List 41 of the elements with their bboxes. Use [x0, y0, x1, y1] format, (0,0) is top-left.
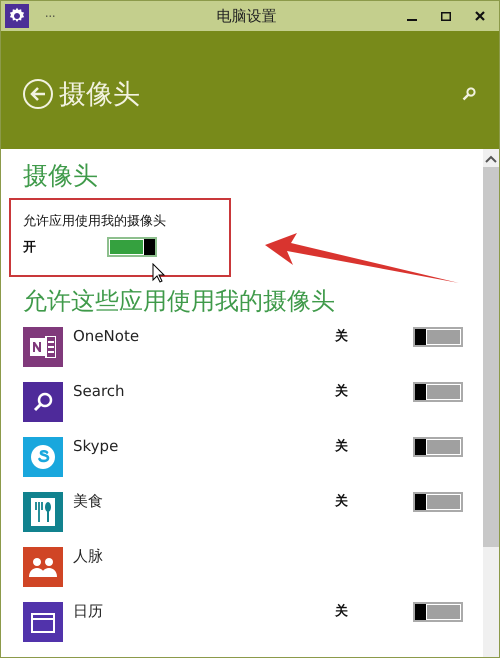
back-arrow-icon — [30, 87, 46, 101]
chat-bubble-icon — [29, 443, 57, 471]
toggle-state-text: 关 — [335, 602, 349, 620]
maximize-icon — [441, 12, 451, 20]
app-name: 美食 — [73, 492, 104, 511]
toggle-switch[interactable] — [413, 602, 463, 622]
menu-button[interactable]: ··· — [45, 10, 56, 22]
app-name: OneNote — [73, 327, 140, 345]
app-name: Search — [73, 382, 126, 400]
app-name: 日历 — [73, 602, 104, 621]
page-title: 摄像头 — [59, 78, 141, 112]
toggle-state-text: 关 — [335, 328, 349, 345]
section-heading: 允许这些应用使用我的摄像头 — [23, 286, 336, 317]
section-title: 摄像头 — [23, 160, 99, 192]
app-name: Skype — [73, 437, 120, 455]
mouse-cursor-icon — [152, 263, 166, 283]
toggle-switch[interactable] — [413, 492, 463, 512]
setting-label: 允许应用使用我的摄像头 — [23, 213, 167, 230]
app-name: 人脉 — [73, 547, 104, 566]
toggle-state-text: 开 — [23, 239, 37, 256]
window-title: 电脑设置 — [215, 6, 278, 26]
toggle-state-text: 关 — [335, 438, 349, 455]
toggle-state-text: 关 — [335, 492, 349, 510]
scroll-up-icon[interactable] — [485, 155, 497, 163]
app-icon[interactable] — [5, 4, 29, 28]
calendar-icon — [31, 611, 55, 633]
scrollbar-thumb[interactable] — [483, 167, 499, 547]
scrollbar[interactable] — [483, 149, 499, 657]
notebook-icon — [30, 336, 56, 358]
people-icon — [28, 556, 58, 578]
minimize-icon — [407, 19, 417, 21]
search-icon — [462, 87, 476, 101]
toggle-switch[interactable] — [107, 237, 157, 257]
toggle-switch[interactable] — [413, 327, 463, 347]
back-button[interactable] — [23, 79, 53, 109]
toggle-state-text: 关 — [335, 382, 349, 400]
fork-knife-icon — [31, 498, 55, 526]
toggle-switch[interactable] — [413, 382, 463, 402]
search-icon — [32, 391, 54, 413]
close-icon — [475, 11, 485, 21]
toggle-switch[interactable] — [413, 437, 463, 457]
